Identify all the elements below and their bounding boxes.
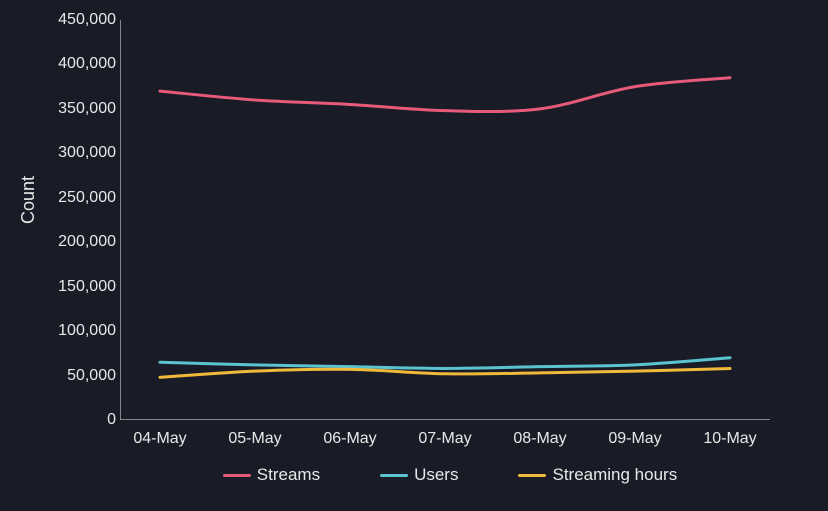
y-tick-label: 450,000 <box>36 11 116 29</box>
legend-swatch <box>380 474 408 477</box>
axis-lines <box>120 20 770 420</box>
legend-item-users: Users <box>380 465 458 485</box>
x-tick-label: 10-May <box>703 430 756 448</box>
series-users <box>160 358 730 369</box>
y-tick-label: 150,000 <box>36 278 116 296</box>
y-tick-label: 300,000 <box>36 144 116 162</box>
legend-item-streams: Streams <box>223 465 320 485</box>
y-tick-label: 350,000 <box>36 100 116 118</box>
x-tick-label: 08-May <box>513 430 566 448</box>
series-streams <box>160 78 730 112</box>
x-tick-label: 07-May <box>418 430 471 448</box>
x-tick-label: 09-May <box>608 430 661 448</box>
legend-item-streaming-hours: Streaming hours <box>518 465 677 485</box>
x-tick-label: 04-May <box>133 430 186 448</box>
y-tick-label: 50,000 <box>36 367 116 385</box>
legend-label: Streams <box>257 465 320 485</box>
legend-swatch <box>223 474 251 477</box>
line-chart: Count 050,000100,000150,000200,000250,00… <box>0 0 828 511</box>
legend-label: Users <box>414 465 458 485</box>
y-tick-label: 400,000 <box>36 55 116 73</box>
x-tick-label: 06-May <box>323 430 376 448</box>
legend-swatch <box>518 474 546 477</box>
legend-label: Streaming hours <box>552 465 677 485</box>
y-tick-label: 100,000 <box>36 322 116 340</box>
x-tick-label: 05-May <box>228 430 281 448</box>
y-tick-label: 200,000 <box>36 233 116 251</box>
y-tick-label: 250,000 <box>36 189 116 207</box>
series-lines <box>160 78 730 378</box>
plot-area <box>120 20 780 420</box>
y-tick-label: 0 <box>36 411 116 429</box>
legend: Streams Users Streaming hours <box>120 465 780 485</box>
